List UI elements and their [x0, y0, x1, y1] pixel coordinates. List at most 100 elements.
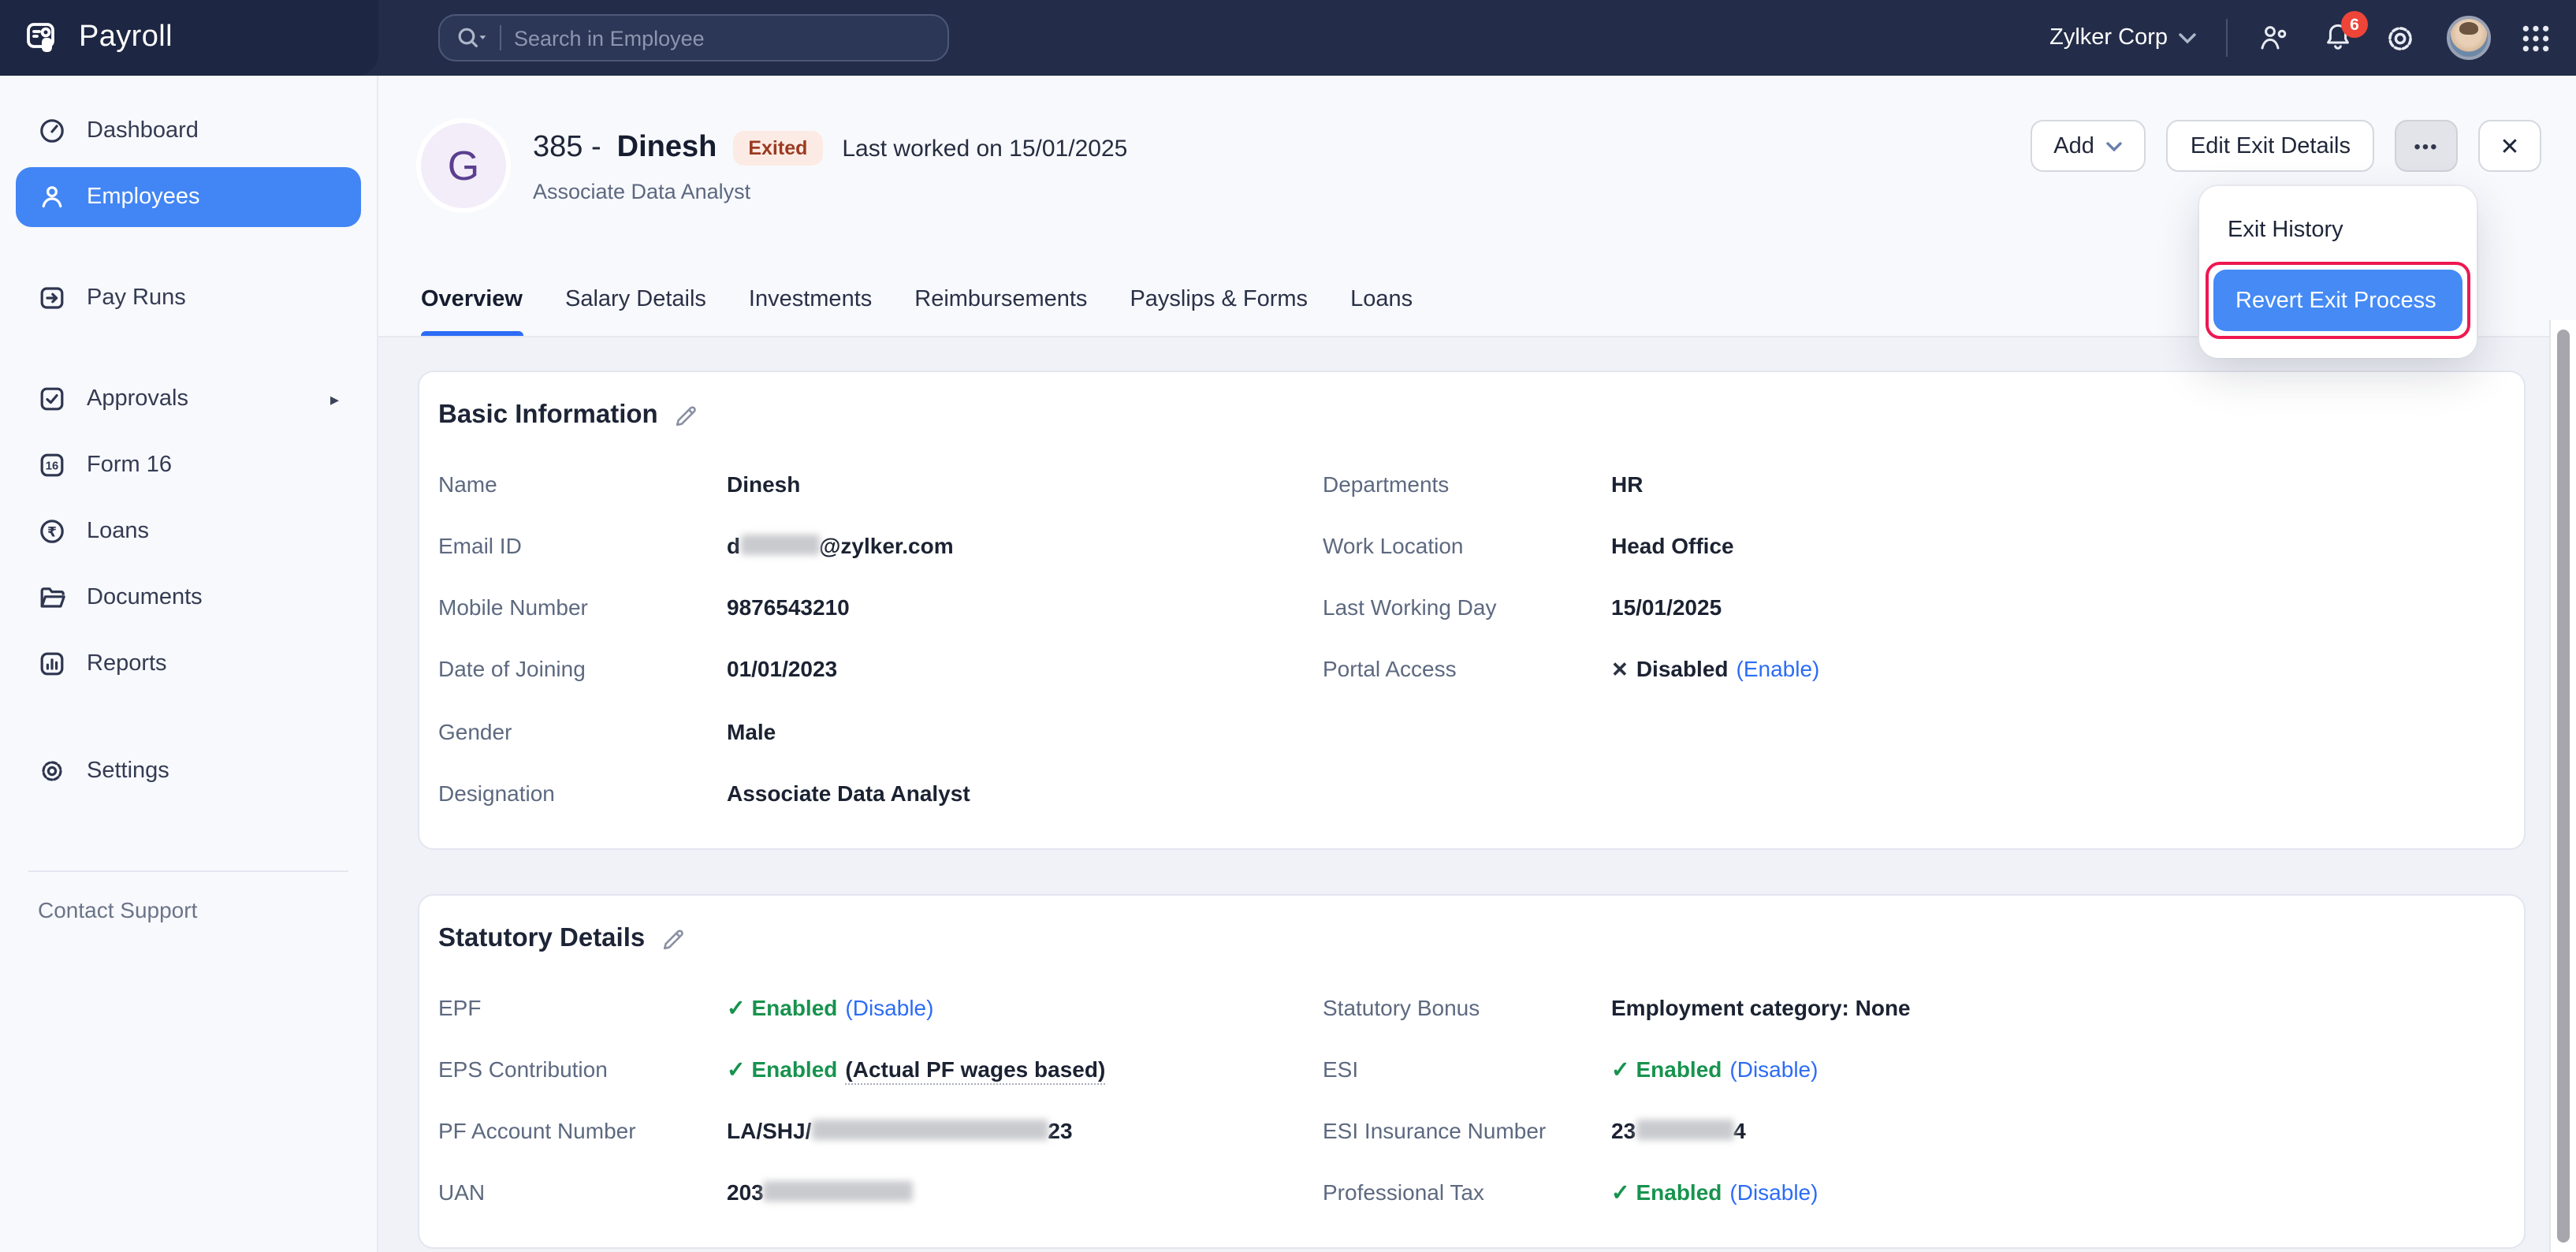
menu-item-revert-exit-process[interactable]: Revert Exit Process [2213, 270, 2462, 331]
brand-block[interactable]: Payroll [0, 0, 378, 76]
overview-content: Basic Information Name Dinesh Department… [378, 337, 2576, 1249]
tab-loans[interactable]: Loans [1350, 287, 1413, 336]
close-button[interactable]: ✕ [2478, 120, 2541, 172]
org-selector[interactable]: Zylker Corp [2049, 25, 2196, 50]
more-actions-menu: Exit History Revert Exit Process [2199, 186, 2477, 358]
field-label: Mobile Number [438, 591, 727, 623]
field-label: Date of Joining [438, 653, 727, 686]
scrollbar-thumb[interactable] [2557, 330, 2570, 1243]
field-label: Name [438, 468, 727, 500]
page-scrollbar [2549, 320, 2576, 1252]
payroll-logo-icon [22, 17, 63, 58]
employees-icon [38, 183, 66, 211]
sidebar-item-documents[interactable]: Documents [16, 568, 361, 628]
field-value-professional-tax: ✓Enabled(Disable) [1611, 1176, 2486, 1208]
global-search[interactable] [438, 14, 949, 61]
screenshot-viewport: Payroll Zylker Corp [0, 0, 2576, 1252]
employee-header: G 385 - Dinesh Exited Last worked on 15/… [378, 76, 2576, 337]
sidebar-item-settings[interactable]: Settings [16, 741, 361, 801]
sidebar-item-label: Pay Runs [87, 285, 186, 311]
disable-professional-tax-link[interactable]: (Disable) [1729, 1179, 1818, 1205]
tab-payslips-forms[interactable]: Payslips & Forms [1130, 287, 1308, 336]
field-value: Employment category: None [1611, 992, 2486, 1023]
topbar-divider [2226, 19, 2228, 57]
add-button[interactable]: Add [2030, 120, 2146, 172]
sidebar-item-label: Approvals [87, 386, 188, 412]
tab-overview[interactable]: Overview [421, 287, 523, 336]
sidebar-item-dashboard[interactable]: Dashboard [16, 101, 361, 161]
referrals-icon[interactable] [2258, 22, 2292, 54]
check-icon: ✓ [1611, 1056, 1629, 1082]
field-label: Statutory Bonus [1323, 992, 1611, 1023]
notifications-bell-icon[interactable]: 6 [2322, 22, 2354, 54]
field-label: PF Account Number [438, 1115, 727, 1146]
redacted-value [811, 1120, 1048, 1140]
sidebar-item-label: Form 16 [87, 453, 172, 478]
sidebar-item-pay-runs[interactable]: Pay Runs [16, 268, 361, 328]
sidebar-item-form-16[interactable]: 16 Form 16 [16, 435, 361, 495]
sidebar-item-approvals[interactable]: Approvals ▸ [16, 369, 361, 429]
more-actions-button[interactable]: ••• [2395, 120, 2458, 172]
sidebar-item-label: Reports [87, 651, 167, 676]
field-value-portal-access: ✕Disabled(Enable) [1611, 653, 2486, 686]
search-icon[interactable] [456, 25, 487, 50]
field-value: Associate Data Analyst [727, 777, 1323, 809]
sidebar-item-reports[interactable]: Reports [16, 634, 361, 694]
edit-basic-info-button[interactable] [674, 403, 699, 428]
disable-epf-link[interactable]: (Disable) [845, 995, 933, 1020]
svg-text:₹: ₹ [47, 524, 57, 540]
user-avatar[interactable] [2447, 16, 2491, 60]
employee-id: 385 - [533, 131, 601, 166]
field-label: Designation [438, 777, 727, 809]
field-value: 15/01/2025 [1611, 591, 2486, 623]
edit-statutory-details-button[interactable] [661, 926, 686, 952]
settings-gear-icon [38, 757, 66, 785]
payroll-app: Payroll Zylker Corp [0, 0, 2576, 1252]
sidebar-item-label: Documents [87, 585, 203, 610]
sidebar-item-label: Employees [87, 184, 199, 210]
documents-folder-icon [38, 583, 66, 612]
field-value-pf-number: LA/SHJ/23 [727, 1115, 1323, 1146]
sidebar-divider [28, 870, 348, 872]
enable-portal-link[interactable]: (Enable) [1737, 656, 1820, 681]
field-value-email: d@zylker.com [727, 530, 1323, 561]
statutory-details-card: Statutory Details EPF ✓Enabled(Disable) [418, 894, 2526, 1249]
apps-grid-icon[interactable] [2521, 23, 2551, 53]
field-label: Departments [1323, 468, 1611, 500]
sidebar-item-loans[interactable]: ₹ Loans [16, 501, 361, 561]
search-input[interactable] [514, 26, 861, 50]
menu-item-exit-history[interactable]: Exit History [2199, 202, 2477, 259]
header-buttons: Add Edit Exit Details ••• ✕ [2030, 120, 2541, 172]
field-value-esi-number: 234 [1611, 1115, 2486, 1146]
top-bar: Payroll Zylker Corp [0, 0, 2576, 76]
chevron-down-icon [2179, 32, 2196, 43]
card-title: Basic Information [438, 401, 658, 430]
check-icon: ✓ [727, 995, 745, 1020]
sidebar-item-employees[interactable]: Employees [16, 167, 361, 227]
tab-salary-details[interactable]: Salary Details [565, 287, 706, 336]
topbar-right: Zylker Corp 6 [2049, 16, 2576, 60]
contact-support-link[interactable]: Contact Support [38, 897, 377, 922]
redacted-value [740, 535, 819, 555]
eps-note: (Actual PF wages based) [845, 1056, 1105, 1085]
loans-rupee-icon: ₹ [38, 517, 66, 546]
field-label: ESI Insurance Number [1323, 1115, 1611, 1146]
field-value: 9876543210 [727, 591, 1323, 623]
field-label: Last Working Day [1323, 591, 1611, 623]
disable-esi-link[interactable]: (Disable) [1729, 1056, 1818, 1082]
edit-exit-details-button[interactable]: Edit Exit Details [2167, 120, 2374, 172]
app-title: Payroll [79, 20, 173, 55]
employee-avatar: G [421, 123, 506, 208]
settings-gear-icon[interactable] [2384, 21, 2417, 54]
tab-investments[interactable]: Investments [749, 287, 872, 336]
search-divider [500, 25, 501, 50]
org-name: Zylker Corp [2049, 25, 2168, 50]
field-label: ESI [1323, 1053, 1611, 1085]
tab-reimbursements[interactable]: Reimbursements [914, 287, 1087, 336]
approvals-icon [38, 385, 66, 413]
field-label: EPS Contribution [438, 1053, 727, 1085]
employee-name: Dinesh [617, 131, 717, 166]
sidebar-nav: Dashboard Employees Pay Runs [0, 76, 378, 1252]
svg-text:16: 16 [46, 460, 58, 473]
dashboard-icon [38, 117, 66, 145]
